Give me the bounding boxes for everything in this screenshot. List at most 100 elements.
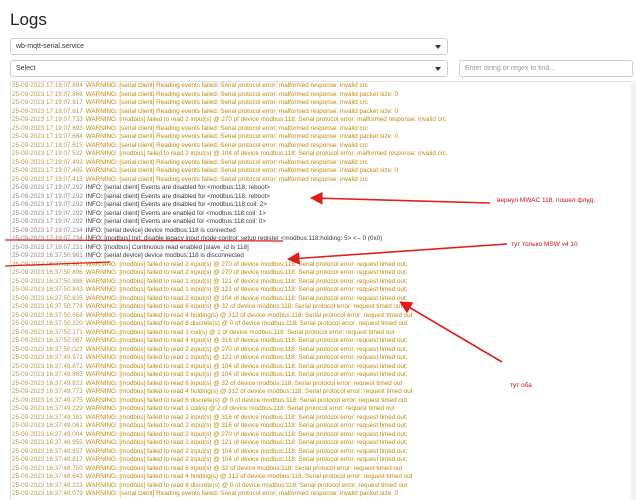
log-lines: 25-09-2023 17:19:07.894 WARNING: [serial … <box>12 82 446 499</box>
log-message: WARNING: [modbus] failed to read 6 input… <box>85 464 403 472</box>
log-timestamp: 25-09-2023 16:37:50.220 <box>12 320 83 327</box>
log-timestamp: 25-09-2023 17:19:07.817 <box>12 99 83 106</box>
log-timestamp: 25-09-2023 17:19:07.465 <box>12 167 83 174</box>
log-timestamp: 25-09-2023 17:19:07.292 <box>12 209 83 217</box>
log-timestamp: 25-09-2023 16:37:50.171 <box>12 328 83 336</box>
service-select[interactable]: wb-mqtt-serial.service <box>10 38 448 55</box>
log-line: 25-09-2023 16:37:49.229 WARNING: [modbus]… <box>12 405 446 414</box>
log-timestamp: 25-09-2023 17:19:07.234 <box>12 226 83 234</box>
log-line: 25-09-2023 17:19:07.894 WARNING: [serial … <box>12 82 446 91</box>
log-line: 25-09-2023 16:37:49.181 WARNING: [modbus]… <box>12 414 446 423</box>
log-timestamp: 25-09-2023 16:37:50.668 <box>12 311 83 319</box>
log-list: 25-09-2023 17:19:07.894 WARNING: [serial … <box>10 81 634 500</box>
log-line: 25-09-2023 16:37:49.061 WARNING: [modbus]… <box>12 422 446 431</box>
log-line: 25-09-2023 17:19:07.465 WARNING: [serial … <box>12 167 446 176</box>
log-timestamp: 25-09-2023 16:37:49.004 <box>12 430 83 438</box>
level-select[interactable]: Select <box>10 60 448 77</box>
log-line: 25-09-2023 17:19:07.234 INFO: [serial dev… <box>12 227 446 236</box>
log-message: WARNING: [modbus] failed to read 1 coil(… <box>85 405 395 412</box>
log-timestamp: 25-09-2023 16:37:50.981 <box>12 260 83 268</box>
log-message: INFO: [serial client] Events are disable… <box>85 192 271 200</box>
log-line: 25-09-2023 17:19:07.415 WARNING: [serial … <box>12 176 446 185</box>
log-message: WARNING: [serial client] Reading events … <box>85 175 368 183</box>
log-line: 25-09-2023 16:37:49.773 WARNING: [modbus]… <box>12 388 446 397</box>
log-timestamp: 25-09-2023 16:37:48.079 <box>12 490 83 497</box>
log-timestamp: 25-09-2023 17:19:07.817 <box>12 107 83 115</box>
log-message: WARNING: [modbus] failed to read 6 discr… <box>85 396 408 404</box>
log-line: 25-09-2023 17:19:07.292 INFO: [serial cli… <box>12 184 446 193</box>
log-message: INFO: [serial client] Events are enabled… <box>85 218 266 225</box>
log-line: 25-09-2023 16:37:50.896 WARNING: [modbus]… <box>12 269 446 278</box>
log-timestamp: 25-09-2023 17:19:07.693 <box>12 124 83 132</box>
log-line: 25-09-2023 17:19:07.615 WARNING: [serial … <box>12 142 446 151</box>
log-line: 25-09-2023 16:37:50.220 WARNING: [modbus]… <box>12 320 446 329</box>
log-timestamp: 25-09-2023 16:37:48.857 <box>12 447 83 455</box>
log-line: 25-09-2023 16:37:49.823 WARNING: [modbus]… <box>12 380 446 389</box>
log-timestamp: 25-09-2023 16:37:48.223 <box>12 481 83 489</box>
log-timestamp: 25-09-2023 16:37:50.896 <box>12 269 83 276</box>
log-line: 25-09-2023 17:19:07.532 WARNING: [modbus]… <box>12 150 446 159</box>
log-message: WARNING: [modbus] failed to read 6 discr… <box>85 320 408 327</box>
search-input[interactable] <box>459 60 633 77</box>
log-timestamp: 25-09-2023 16:37:49.872 <box>12 362 83 370</box>
log-line: 25-09-2023 16:37:49.872 WARNING: [modbus]… <box>12 363 446 372</box>
log-message: INFO: [serial client] Events are disable… <box>85 184 271 191</box>
log-message: WARNING: [modbus] failed to read 2 input… <box>85 150 446 157</box>
log-line: 25-09-2023 16:37:50.886 WARNING: [modbus]… <box>12 278 446 287</box>
log-line: 25-09-2023 16:37:48.643 WARNING: [modbus]… <box>12 473 446 482</box>
log-timestamp: 25-09-2023 16:37:49.181 <box>12 413 83 421</box>
log-line: 25-09-2023 16:37:48.750 WARNING: [modbus]… <box>12 465 446 474</box>
log-timestamp: 25-09-2023 16:37:50.886 <box>12 277 83 285</box>
log-timestamp: 25-09-2023 17:19:07.866 <box>12 90 83 98</box>
log-message: INFO: [serial device] device modbus:118 … <box>85 226 236 234</box>
log-timestamp: 25-09-2023 16:37:49.229 <box>12 405 83 412</box>
log-line: 25-09-2023 16:37:48.817 WARNING: [modbus]… <box>12 456 446 465</box>
log-line: 25-09-2023 17:19:07.492 WARNING: [serial … <box>12 159 446 168</box>
log-line: 25-09-2023 16:37:50.843 WARNING: [modbus]… <box>12 286 446 295</box>
log-line: 25-09-2023 17:19:07.817 WARNING: [serial … <box>12 108 446 117</box>
scrollbar[interactable] <box>631 81 636 500</box>
log-line: 25-09-2023 17:19:07.866 WARNING: [serial … <box>12 91 446 100</box>
log-timestamp: 25-09-2023 17:19:07.292 <box>12 218 83 225</box>
log-message: WARNING: [serial client] Reading events … <box>85 99 368 106</box>
log-line: 25-09-2023 16:37:50.835 WARNING: [modbus]… <box>12 295 446 304</box>
log-message: WARNING: [modbus] failed to read 4 input… <box>85 337 408 344</box>
log-timestamp: 25-09-2023 17:19:07.615 <box>12 141 83 149</box>
log-timestamp: 25-09-2023 16:37:49.865 <box>12 371 83 378</box>
annotation-note-both: тут оба <box>510 382 532 389</box>
log-line: 25-09-2023 16:37:49.275 WARNING: [modbus]… <box>12 397 446 406</box>
log-line: 25-09-2023 17:19:07.693 WARNING: [serial … <box>12 125 446 134</box>
log-timestamp: 25-09-2023 16:37:50.778 <box>12 303 83 310</box>
log-message: WARNING: [serial client] Reading events … <box>85 167 399 174</box>
log-timestamp: 25-09-2023 17:19:07.415 <box>12 175 83 183</box>
log-timestamp: 25-09-2023 17:19:07.894 <box>12 82 83 89</box>
log-line: 25-09-2023 16:37:50.778 WARNING: [modbus]… <box>12 303 446 312</box>
log-line: 25-09-2023 16:37:50.668 WARNING: [modbus]… <box>12 312 446 321</box>
log-timestamp: 25-09-2023 16:37:50.835 <box>12 294 83 302</box>
log-line: 25-09-2023 16:37:49.865 WARNING: [modbus]… <box>12 371 446 380</box>
log-message: WARNING: [modbus] failed to read 6 input… <box>85 303 403 310</box>
log-message: INFO: [modbus] Init: disable legacy inpu… <box>85 235 383 242</box>
log-timestamp: 25-09-2023 17:19:07.231 <box>12 243 83 251</box>
log-line: 25-09-2023 17:19:07.292 INFO: [serial cli… <box>12 218 446 227</box>
log-message: WARNING: [modbus] failed to read 4 holdi… <box>85 311 413 319</box>
level-select-value: Select <box>16 65 36 72</box>
log-message: INFO: [serial client] Events are enabled… <box>85 209 266 217</box>
log-timestamp: 25-09-2023 16:37:49.275 <box>12 396 83 404</box>
log-message: WARNING: [modbus] failed to read 6 discr… <box>85 481 408 489</box>
log-message: WARNING: [modbus] failed to read 2 input… <box>85 362 408 370</box>
log-message: WARNING: [modbus] failed to read 2 input… <box>85 422 408 429</box>
log-timestamp: 25-09-2023 17:19:07.492 <box>12 158 83 166</box>
log-line: 25-09-2023 17:19:07.234 INFO: [modbus] In… <box>12 235 446 244</box>
log-message: WARNING: [modbus] failed to read 4 holdi… <box>85 388 413 395</box>
log-line: 25-09-2023 16:37:50.067 WARNING: [modbus]… <box>12 337 446 346</box>
log-timestamp: 25-09-2023 16:37:50.022 <box>12 345 83 353</box>
annotation-note-reboot: вернул MWAC 118, пошел флуд. <box>497 197 596 204</box>
log-timestamp: 25-09-2023 17:19:07.292 <box>12 184 83 191</box>
service-select-value: wb-mqtt-serial.service <box>16 43 85 50</box>
log-message: WARNING: [modbus] failed to read 2 input… <box>85 260 408 268</box>
log-timestamp: 25-09-2023 16:37:48.955 <box>12 439 83 446</box>
log-message: WARNING: [modbus] failed to read 2 input… <box>85 413 408 421</box>
log-timestamp: 25-09-2023 16:37:49.823 <box>12 379 83 387</box>
log-line: 25-09-2023 16:37:49.971 WARNING: [modbus]… <box>12 354 446 363</box>
